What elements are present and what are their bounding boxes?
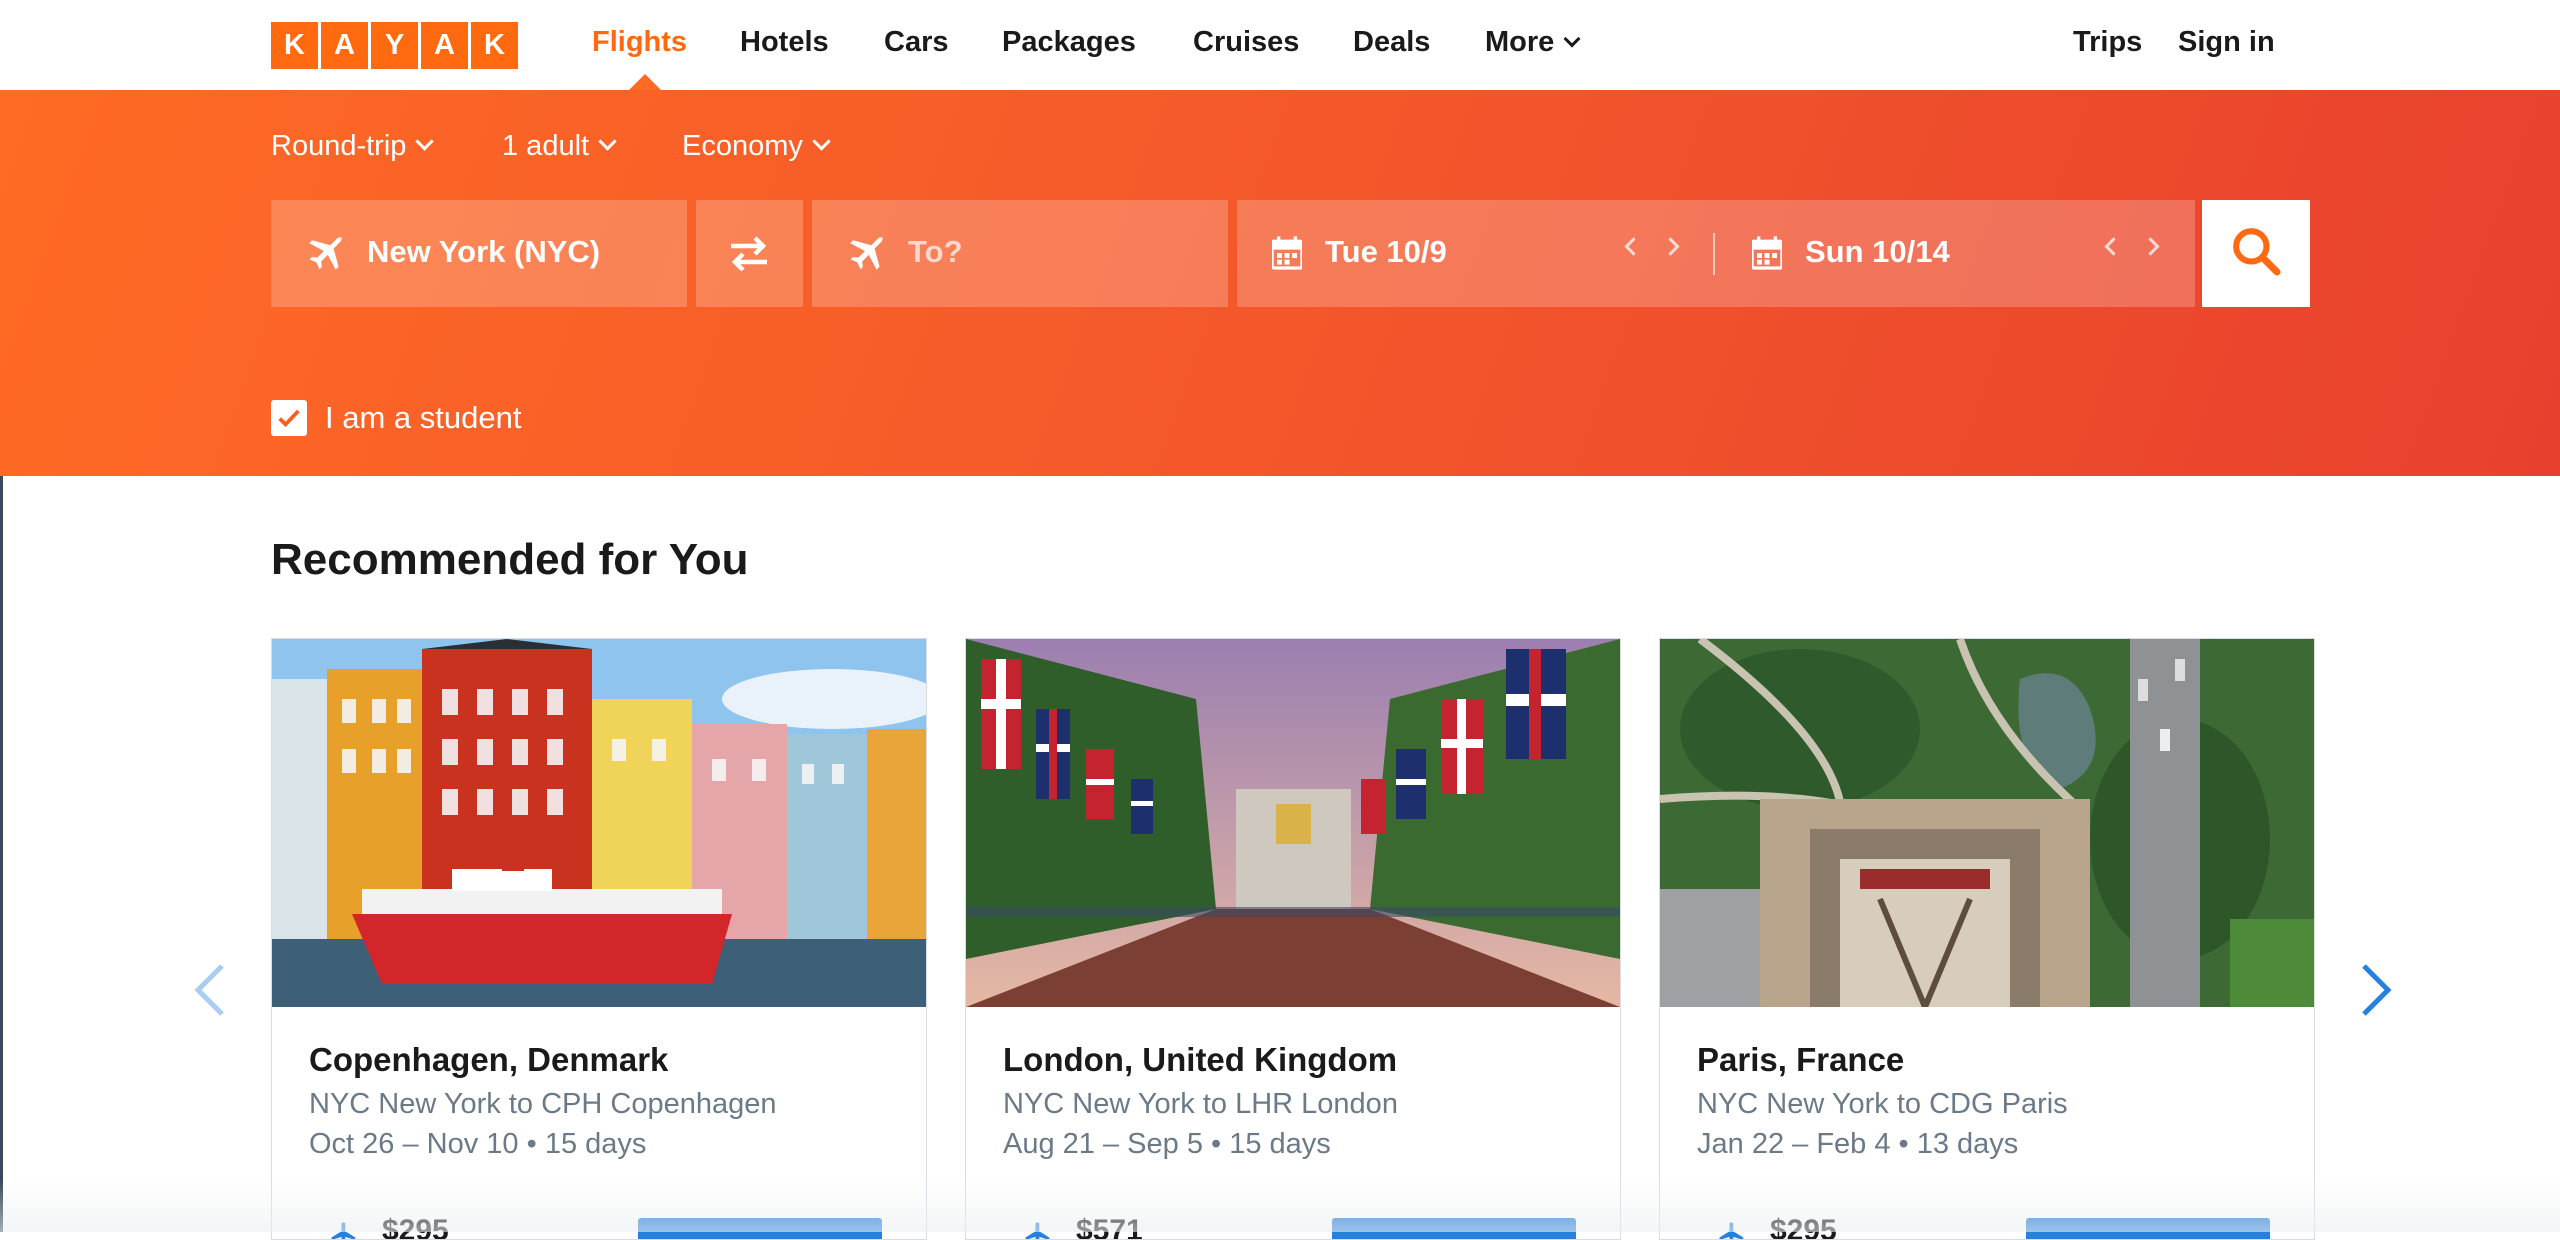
card-route: NYC New York to LHR London <box>1003 1088 1398 1120</box>
logo-letter: K <box>471 22 518 69</box>
card-dates: Oct 26 – Nov 10 • 15 days <box>309 1128 647 1160</box>
swap-icon <box>725 230 773 283</box>
recommendation-card[interactable]: Paris, France NYC New York to CDG Paris … <box>1659 638 2315 1240</box>
nav-hotels[interactable]: Hotels <box>740 26 829 59</box>
card-dates: Aug 21 – Sep 5 • 15 days <box>1003 1128 1331 1160</box>
card-price: $571 <box>1076 1214 1143 1240</box>
nav-cruises[interactable]: Cruises <box>1193 26 1299 59</box>
plane-icon <box>1717 1220 1747 1239</box>
date-range-field: Tue 10/9 Sun 10/14 <box>1237 200 2195 307</box>
chevron-down-icon <box>598 132 617 151</box>
return-date-value: Sun 10/14 <box>1805 234 1950 269</box>
nav-more-label: More <box>1485 26 1555 58</box>
depart-date-value: Tue 10/9 <box>1325 234 1447 269</box>
card-view-deal-button[interactable] <box>2026 1218 2270 1239</box>
card-dates: Jan 22 – Feb 4 • 13 days <box>1697 1128 2019 1160</box>
card-view-deal-button[interactable] <box>638 1218 882 1239</box>
plane-icon <box>844 232 888 281</box>
logo-letter: K <box>271 22 318 69</box>
student-checkbox-row[interactable]: I am a student <box>271 400 521 436</box>
chevron-down-icon <box>1563 30 1581 48</box>
destination-photo-london <box>966 639 1620 1007</box>
trip-type-dropdown[interactable]: Round-trip <box>271 130 435 163</box>
depart-date-stepper <box>1624 237 1680 256</box>
destination-photo-copenhagen <box>272 639 926 1007</box>
chevron-right-icon <box>2362 964 2392 1016</box>
sign-in-link[interactable]: Sign in <box>2178 26 2275 59</box>
student-checkbox[interactable] <box>271 400 307 436</box>
checkmark-icon <box>278 409 300 428</box>
nav-more[interactable]: More <box>1485 26 1581 59</box>
recommendation-card[interactable]: London, United Kingdom NYC New York to L… <box>965 638 1621 1240</box>
nav-trips[interactable]: Trips <box>2073 26 2142 59</box>
date-divider <box>1713 233 1715 275</box>
cabin-class-dropdown[interactable]: Economy <box>682 130 831 163</box>
logo-letter: A <box>321 22 368 69</box>
plane-icon <box>329 1220 359 1239</box>
cabin-class-label: Economy <box>682 130 803 162</box>
travelers-label: 1 adult <box>502 130 590 162</box>
carousel-prev-button[interactable] <box>182 960 242 1020</box>
carousel-next-button[interactable] <box>2344 960 2404 1020</box>
return-date-stepper <box>2104 237 2160 256</box>
card-destination: Paris, France <box>1697 1041 1905 1078</box>
chevron-left-icon <box>194 964 224 1016</box>
nav-cars[interactable]: Cars <box>884 26 949 59</box>
card-destination: Copenhagen, Denmark <box>309 1041 669 1078</box>
card-route: NYC New York to CDG Paris <box>1697 1088 2068 1120</box>
origin-value: New York (NYC) <box>367 234 601 269</box>
nav-flights[interactable]: Flights <box>592 26 687 59</box>
depart-date-field[interactable]: Tue 10/9 <box>1237 200 1713 307</box>
chevron-left-icon[interactable] <box>2104 237 2123 256</box>
logo-letter: A <box>421 22 468 69</box>
chevron-left-icon[interactable] <box>1624 237 1643 256</box>
logo-letter: Y <box>371 22 418 69</box>
card-view-deal-button[interactable] <box>1332 1218 1576 1239</box>
swap-button[interactable] <box>696 200 803 307</box>
card-route: NYC New York to CPH Copenhagen <box>309 1088 777 1120</box>
chevron-right-icon[interactable] <box>2141 237 2160 256</box>
nav-deals[interactable]: Deals <box>1353 26 1430 59</box>
origin-field[interactable]: New York (NYC) <box>271 200 687 307</box>
calendar-icon <box>1267 233 1307 278</box>
nav-packages[interactable]: Packages <box>1002 26 1136 59</box>
travelers-dropdown[interactable]: 1 adult <box>502 130 617 163</box>
student-checkbox-label: I am a student <box>325 400 522 435</box>
card-price: $295 <box>1770 1214 1837 1240</box>
card-destination: London, United Kingdom <box>1003 1041 1398 1078</box>
trip-type-label: Round-trip <box>271 130 407 162</box>
chevron-down-icon <box>415 132 435 151</box>
calendar-icon <box>1747 233 1787 278</box>
kayak-logo[interactable]: K A Y A K <box>271 22 518 69</box>
plane-icon <box>303 232 347 281</box>
plane-icon <box>1023 1220 1053 1239</box>
active-tab-pointer <box>629 74 661 90</box>
search-button[interactable] <box>2202 200 2310 307</box>
destination-photo-paris <box>1660 639 2314 1007</box>
search-icon <box>2228 223 2284 284</box>
chevron-right-icon[interactable] <box>1661 237 1680 256</box>
destination-field[interactable]: To? <box>812 200 1228 307</box>
flight-search-panel: Round-trip 1 adult Economy New York (NYC… <box>0 90 2560 476</box>
section-title: Recommended for You <box>271 535 749 584</box>
recommendation-card[interactable]: Copenhagen, Denmark NYC New York to CPH … <box>271 638 927 1240</box>
top-navigation: K A Y A K Flights Hotels Cars Packages C… <box>0 0 2560 90</box>
return-date-field[interactable]: Sun 10/14 <box>1717 200 2195 307</box>
destination-placeholder: To? <box>908 234 963 269</box>
card-price: $295 <box>382 1214 449 1240</box>
chevron-down-icon <box>812 132 831 151</box>
